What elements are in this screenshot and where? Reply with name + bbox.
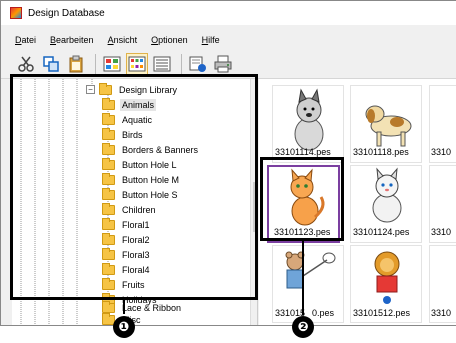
thumbnail-filename: 0.pes [312,308,335,318]
folder-icon [102,300,115,313]
medium-thumbnails-button[interactable] [126,52,148,75]
toolbar-separator [95,53,96,74]
copy-icon [43,55,59,72]
paste-button[interactable] [65,53,87,75]
lion-bear-icon [374,251,400,304]
large-thumbnails-icon [103,56,121,71]
thumbnail-filename: 3310 [431,227,452,237]
callout-leader-1 [123,300,125,314]
properties-button[interactable] [187,53,209,75]
callout-marker-2: ❷ [292,316,314,338]
paste-icon [69,55,83,72]
callout-frame-thumbnail [260,157,344,241]
copy-button[interactable] [40,53,62,75]
menu-bar: Datei Bearbeiten Ansicht Optionen Hilfe [1,32,456,48]
print-preview-icon [214,55,232,72]
thumbnail-filename: 3310 [431,308,452,318]
thumbnail-filename: 33101114.pes [275,147,331,157]
menu-ansicht[interactable]: Ansicht [108,35,138,45]
app-icon [10,7,22,19]
thumbnail-filename: 33101124.pes [353,227,410,237]
menu-datei[interactable]: Datei [15,35,36,45]
properties-icon [189,56,206,72]
callout-leader-2 [302,241,304,315]
thumbnail-filename: 33101118.pes [353,147,409,157]
menu-bearbeiten[interactable]: Bearbeiten [50,35,94,45]
medium-thumbnails-icon [128,56,146,71]
bear-net-icon [285,251,336,289]
print-preview-button[interactable] [212,53,234,75]
toolbar-separator [181,53,182,74]
thumbnail-filename: 33101512.pes [353,308,411,318]
list-view-icon [153,56,171,71]
callout-frame-tree [10,74,258,300]
menu-optionen[interactable]: Optionen [151,35,188,45]
callout-marker-1: ❶ [113,316,135,338]
thumbnail-filename: 3310 [431,147,452,157]
title-bar: Design Database [1,1,456,25]
white-cat-icon [372,167,402,223]
list-view-button[interactable] [151,53,173,75]
large-thumbnails-button[interactable] [101,53,123,75]
menu-hilfe[interactable]: Hilfe [202,35,220,45]
scissors-icon [18,56,34,72]
window-title: Design Database [28,7,105,19]
cut-button[interactable] [15,53,37,75]
